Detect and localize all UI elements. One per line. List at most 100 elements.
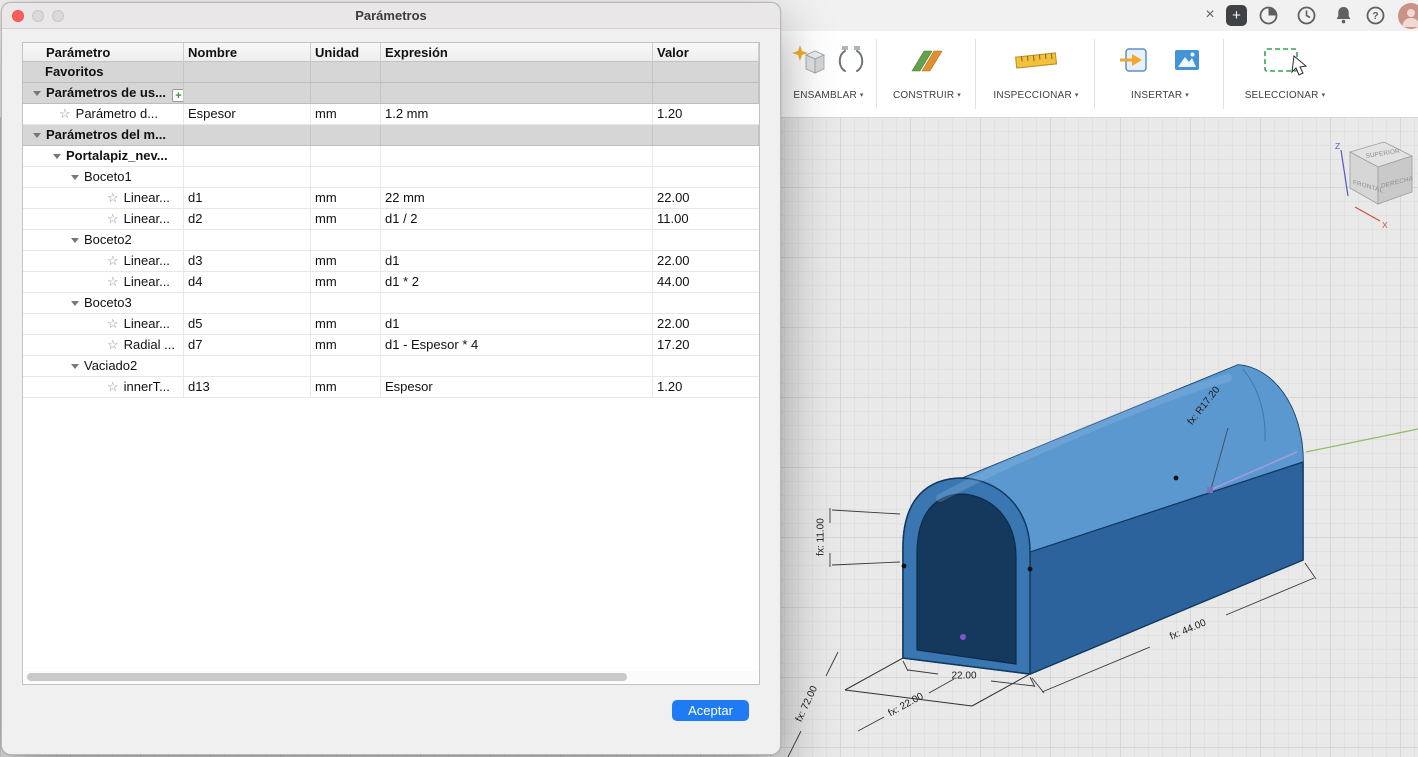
table-cell[interactable]: d4 [184, 272, 311, 292]
group-row[interactable]: Parámetros del m... [23, 125, 759, 146]
favorite-star-icon[interactable]: ☆ [107, 316, 119, 331]
table-cell[interactable]: Espesor [184, 104, 311, 124]
help-icon[interactable]: ? [1364, 4, 1387, 27]
table-cell[interactable]: 44.00 [653, 272, 759, 292]
table-cell[interactable]: mm [311, 377, 381, 397]
table-cell[interactable]: 1.20 [653, 377, 759, 397]
table-cell[interactable]: 1.20 [653, 104, 759, 124]
table-cell[interactable]: mm [311, 104, 381, 124]
accept-button[interactable]: Aceptar [672, 700, 749, 721]
scrollbar-thumb[interactable] [27, 673, 627, 681]
group-row[interactable]: Boceto2 [23, 230, 759, 251]
canvas-image-icon[interactable] [1172, 45, 1202, 75]
favorite-star-icon[interactable]: ☆ [107, 211, 119, 226]
column-header-nombre[interactable]: Nombre [184, 43, 311, 62]
table-cell[interactable]: mm [311, 188, 381, 208]
table-cell[interactable]: 1.2 mm [381, 104, 653, 124]
group-row[interactable]: Parámetros de us...+ [23, 83, 759, 104]
table-cell[interactable]: mm [311, 335, 381, 355]
toolbar-group-construir[interactable]: CONSTRUIR▾ [879, 31, 975, 117]
table-cell[interactable]: 22.00 [653, 251, 759, 271]
table-cell[interactable]: d3 [184, 251, 311, 271]
parameter-row[interactable]: ☆innerT...d13mmEspesor1.20 [23, 377, 759, 398]
expand-chevron-icon[interactable] [71, 364, 79, 369]
add-user-parameter-button[interactable]: + [172, 89, 184, 102]
parameter-row[interactable]: ☆Linear...d3mmd122.00 [23, 251, 759, 272]
measure-ruler-icon[interactable] [1013, 45, 1059, 75]
row-label: Linear... [124, 316, 170, 331]
table-cell[interactable]: 22.00 [653, 314, 759, 334]
avatar[interactable] [1398, 3, 1418, 29]
favorite-star-icon[interactable]: ☆ [107, 190, 119, 205]
new-tab-button[interactable]: + [1226, 5, 1247, 26]
table-cell [653, 125, 759, 145]
table-cell[interactable]: d1 / 2 [381, 209, 653, 229]
column-header-parametro[interactable]: Parámetro [23, 43, 184, 62]
construct-plane-icon[interactable] [908, 43, 946, 77]
toolbar-group-seleccionar[interactable]: SELECCIONAR▾ [1226, 31, 1344, 117]
toolbar-group-insertar[interactable]: INSERTAR▾ [1097, 31, 1223, 117]
favorite-star-icon[interactable]: ☆ [107, 337, 119, 352]
table-cell[interactable]: 22 mm [381, 188, 653, 208]
horizontal-scrollbar[interactable] [24, 671, 758, 683]
table-cell[interactable]: d1 [381, 314, 653, 334]
table-cell[interactable]: 22.00 [653, 188, 759, 208]
table-cell[interactable]: Espesor [381, 377, 653, 397]
select-box-icon[interactable] [1262, 44, 1308, 76]
table-cell [311, 146, 381, 166]
parameter-row[interactable]: ☆Linear...d4mmd1 * 244.00 [23, 272, 759, 293]
insert-derive-icon[interactable] [1118, 44, 1150, 76]
favorite-star-icon[interactable]: ☆ [107, 253, 119, 268]
toolbar-group-inspeccionar[interactable]: INSPECCIONAR▾ [978, 31, 1094, 117]
table-cell[interactable]: 11.00 [653, 209, 759, 229]
expand-chevron-icon[interactable] [71, 238, 79, 243]
table-cell[interactable]: d13 [184, 377, 311, 397]
dialog-titlebar[interactable]: Parámetros [2, 3, 780, 29]
table-cell[interactable]: mm [311, 209, 381, 229]
group-row[interactable]: Vaciado2 [23, 356, 759, 377]
parameter-row[interactable]: ☆Parámetro d...Espesormm1.2 mm1.20 [23, 104, 759, 125]
view-cube[interactable]: SUPERIOR FRONTAL DERECHA Z X [1322, 132, 1418, 232]
tab-close-icon[interactable]: × [1199, 4, 1221, 26]
parameter-row[interactable]: ☆ Linear... d5mmd122.00 [23, 314, 759, 335]
column-header-valor[interactable]: Valor [653, 43, 759, 62]
table-cell[interactable]: mm [311, 314, 381, 334]
expand-chevron-icon[interactable] [33, 133, 41, 138]
column-header-unidad[interactable]: Unidad [311, 43, 381, 62]
close-button[interactable] [12, 10, 24, 22]
favorite-star-icon[interactable]: ☆ [107, 274, 119, 289]
expand-chevron-icon[interactable] [71, 175, 79, 180]
table-cell[interactable]: d1 [381, 251, 653, 271]
group-row[interactable]: Portalapiz_nev... [23, 146, 759, 167]
new-component-icon[interactable] [790, 43, 826, 77]
toolbar-group-ensamblar[interactable]: ENSAMBLAR▾ [782, 31, 875, 117]
job-status-clock-icon[interactable] [1295, 4, 1318, 27]
z-axis-line [1341, 150, 1348, 196]
table-cell[interactable]: 17.20 [653, 335, 759, 355]
table-cell[interactable]: d1 * 2 [381, 272, 653, 292]
dialog-title: Parámetros [2, 3, 780, 28]
favorite-star-icon[interactable]: ☆ [107, 379, 119, 394]
column-header-expresion[interactable]: Expresión [381, 43, 653, 62]
table-cell[interactable]: mm [311, 272, 381, 292]
group-row[interactable]: Boceto1 [23, 167, 759, 188]
parameter-row[interactable]: ☆Linear...d1mm22 mm22.00 [23, 188, 759, 209]
table-cell[interactable]: d1 [184, 188, 311, 208]
table-cell[interactable]: d2 [184, 209, 311, 229]
parameter-row[interactable]: ☆Linear...d2mmd1 / 211.00 [23, 209, 759, 230]
table-cell[interactable]: d5 [184, 314, 311, 334]
notifications-bell-icon[interactable] [1332, 4, 1355, 27]
table-cell [184, 230, 311, 250]
group-row[interactable]: Boceto3 [23, 293, 759, 314]
table-cell[interactable]: d1 - Espesor * 4 [381, 335, 653, 355]
parameter-row[interactable]: ☆Radial ...d7mmd1 - Espesor * 417.20 [23, 335, 759, 356]
expand-chevron-icon[interactable] [71, 301, 79, 306]
favorite-star-icon[interactable]: ☆ [59, 106, 71, 121]
table-cell[interactable]: mm [311, 251, 381, 271]
expand-chevron-icon[interactable] [33, 91, 41, 96]
group-row[interactable]: Favoritos [23, 62, 759, 83]
table-cell[interactable]: d7 [184, 335, 311, 355]
joint-icon[interactable] [834, 43, 868, 77]
extensions-icon[interactable] [1257, 4, 1280, 27]
expand-chevron-icon[interactable] [53, 154, 61, 159]
